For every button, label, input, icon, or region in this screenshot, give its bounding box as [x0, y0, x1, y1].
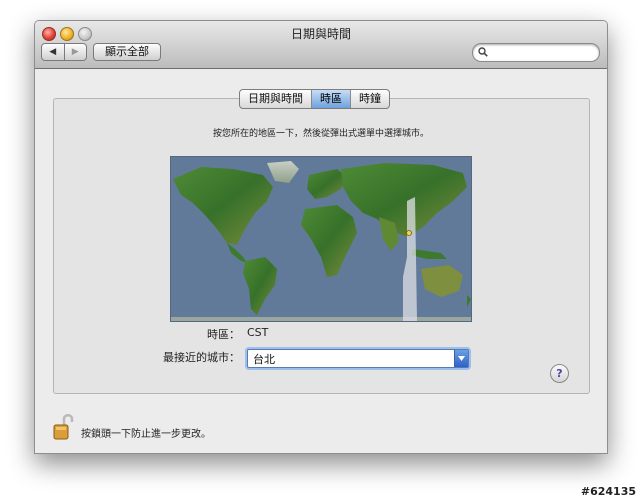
timezone-label: 時區：	[207, 328, 240, 341]
land-central-america	[227, 243, 247, 263]
forward-icon[interactable]: ▶	[63, 44, 87, 60]
land-north-america	[173, 167, 273, 245]
selected-city-marker	[406, 230, 412, 236]
search-icon	[478, 47, 488, 57]
back-forward-control: ◀ ▶	[41, 43, 87, 61]
window-title: 日期與時間	[290, 27, 351, 41]
tab-clock[interactable]: 時鐘	[350, 90, 389, 108]
tab-bar: 日期與時間 時區 時鐘	[239, 89, 390, 109]
title-bar: 日期與時間 ◀ ▶ 顯示全部	[35, 21, 607, 69]
lock-button[interactable]	[53, 413, 75, 445]
closest-city-value: 台北	[253, 353, 275, 366]
closest-city-label: 最接近的城市：	[163, 351, 240, 364]
land-greenland	[267, 161, 299, 183]
land-australia	[421, 265, 463, 297]
search-input[interactable]	[491, 45, 591, 59]
help-button[interactable]: ?	[550, 364, 569, 383]
lock-icon	[53, 414, 74, 440]
watermark-text: #624135	[580, 485, 636, 498]
closest-city-select[interactable]: 台北	[247, 349, 469, 368]
timezone-value: CST	[247, 326, 269, 339]
lock-message: 按鎖頭一下防止進一步更改。	[81, 429, 211, 440]
world-map[interactable]	[170, 156, 472, 322]
land-south-america	[243, 257, 277, 315]
land-asia	[341, 163, 467, 237]
land-new-zealand	[467, 295, 471, 307]
show-all-button[interactable]: 顯示全部	[93, 43, 161, 61]
land-africa	[301, 205, 357, 277]
chevron-down-icon[interactable]	[454, 350, 468, 367]
search-field[interactable]	[472, 43, 600, 62]
tab-date-time[interactable]: 日期與時間	[240, 90, 311, 108]
land-indonesia	[411, 249, 447, 259]
tab-time-zone[interactable]: 時區	[311, 90, 350, 108]
preferences-window: 日期與時間 ◀ ▶ 顯示全部 日期與時間 時區 時鐘 按您所在的地區一下，然後從…	[34, 20, 608, 454]
land-antarctica	[171, 317, 471, 321]
back-icon[interactable]: ◀	[42, 44, 64, 60]
land-europe	[307, 169, 347, 199]
instruction-text: 按您所在的地區一下，然後從彈出式選單中選擇城市。	[212, 129, 429, 139]
